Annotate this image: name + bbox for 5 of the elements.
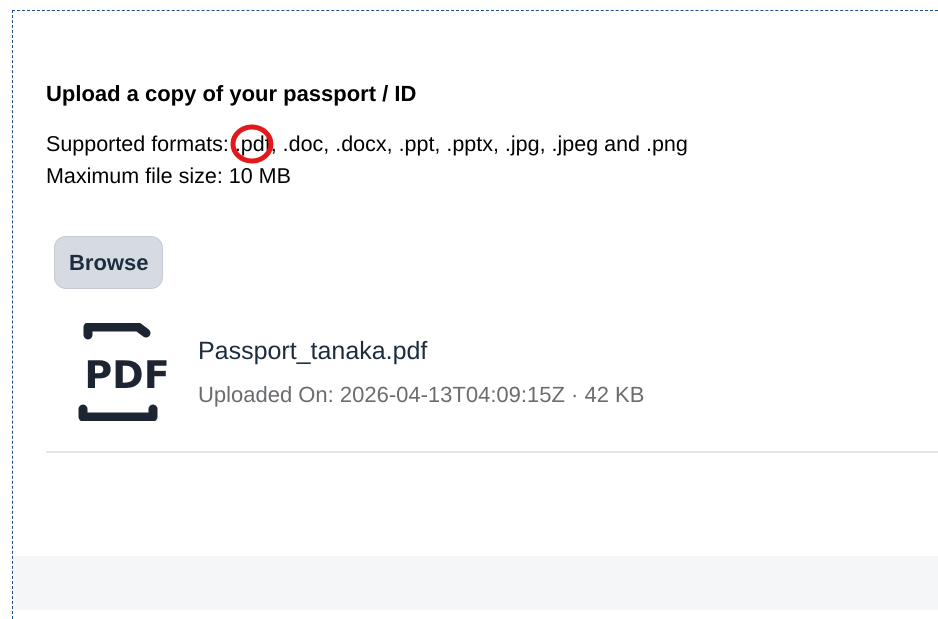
file-upload-info: Uploaded On: 2026-04-13T04:09:15Z · 42 KB: [198, 381, 644, 410]
max-file-size-text: Maximum file size: 10 MB: [46, 163, 291, 190]
browse-button[interactable]: Browse: [54, 236, 164, 289]
section-title: Upload a copy of your passport / ID: [46, 80, 418, 108]
file-name: Passport_tanaka.pdf: [198, 336, 428, 367]
